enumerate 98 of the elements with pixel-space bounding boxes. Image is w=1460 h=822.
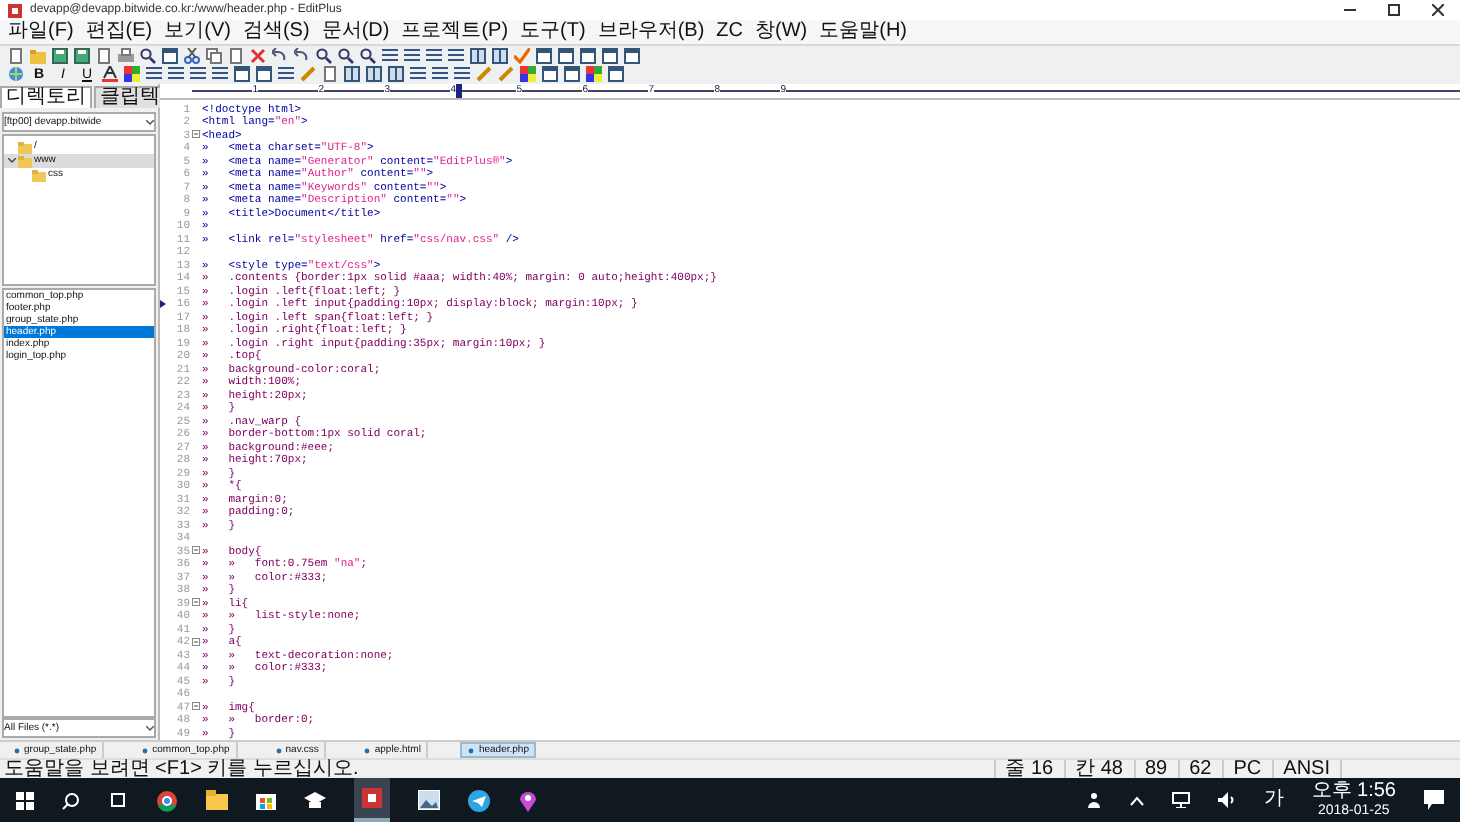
lines-icon[interactable] (168, 66, 184, 82)
window-icon[interactable] (256, 66, 272, 82)
document-icon[interactable] (322, 66, 338, 82)
copy-icon[interactable] (206, 47, 222, 63)
window-icon[interactable] (558, 47, 574, 63)
input-method-indicator[interactable]: 가 (1263, 790, 1284, 810)
lines-icon[interactable] (454, 66, 470, 82)
notification-icon[interactable] (1424, 790, 1444, 810)
store-icon[interactable] (256, 790, 276, 810)
palette-icon[interactable] (124, 66, 140, 82)
cursor-marker (456, 84, 462, 98)
paper-plane-icon[interactable] (468, 789, 490, 811)
file-dot-icon (275, 747, 282, 753)
menu-item[interactable]: 파일(F) (8, 22, 74, 42)
window-icon[interactable] (602, 47, 618, 63)
window-icon[interactable] (624, 47, 640, 63)
editor-taskbar-button[interactable] (354, 778, 390, 822)
columns-icon[interactable] (344, 66, 360, 82)
network-icon[interactable] (1171, 792, 1190, 808)
printer-icon[interactable] (118, 47, 134, 63)
minimize-icon[interactable] (1344, 4, 1356, 16)
clock-time: 오후 1:56 (1311, 782, 1396, 802)
photo-icon[interactable] (418, 790, 440, 810)
lines-icon[interactable] (410, 66, 426, 82)
cross-icon[interactable] (250, 47, 266, 63)
close-icon[interactable] (1432, 4, 1444, 16)
menu-item[interactable]: 보기(V) (164, 22, 231, 42)
file-dot-icon (142, 747, 149, 753)
window-icon[interactable] (234, 66, 250, 82)
palette-icon[interactable] (520, 66, 536, 82)
person-icon[interactable] (1085, 792, 1102, 808)
chevron-icon (146, 725, 154, 731)
checkmark-icon[interactable] (514, 47, 530, 63)
fold-toggle-icon[interactable] (192, 130, 200, 139)
window-icon[interactable] (162, 47, 178, 63)
menu-item[interactable]: 창(W) (755, 22, 808, 42)
lines-icon[interactable] (190, 66, 206, 82)
search-icon[interactable] (62, 791, 80, 809)
undo-icon[interactable] (272, 47, 288, 63)
scissors-icon[interactable] (184, 47, 200, 63)
menu-item[interactable]: ZC (716, 22, 744, 42)
menu-item[interactable]: 문서(D) (321, 22, 390, 42)
document-icon[interactable] (96, 47, 112, 63)
lines-icon[interactable] (146, 66, 162, 82)
document-icon[interactable] (8, 47, 24, 63)
globe-icon[interactable] (8, 66, 24, 82)
window-icon[interactable] (542, 66, 558, 82)
sidebar-tab[interactable]: 디렉토리 (0, 86, 92, 108)
chevron-up-icon[interactable] (1129, 795, 1144, 805)
lines-icon[interactable] (448, 47, 464, 63)
palette-icon[interactable] (586, 66, 602, 82)
search-icon[interactable] (140, 47, 156, 63)
task-view-icon[interactable] (108, 792, 128, 808)
expanded-chevron-icon[interactable] (8, 158, 16, 164)
folder-icon[interactable] (206, 790, 228, 810)
lines-icon[interactable] (382, 47, 398, 63)
fold-toggle-icon[interactable] (192, 546, 200, 555)
lines-icon[interactable] (212, 66, 228, 82)
fold-toggle-icon[interactable] (192, 637, 200, 646)
columns-icon[interactable] (492, 47, 508, 63)
menu-item[interactable]: 도구(T) (520, 22, 586, 42)
lines-icon[interactable] (432, 66, 448, 82)
font-color-icon[interactable] (102, 66, 118, 82)
status-message: 도움말을 보려면 <F1> 키를 누르십시오. (2, 759, 359, 779)
menu-item[interactable]: 편집(E) (85, 22, 153, 42)
file-dot-icon (14, 747, 20, 753)
file-dot-icon (468, 747, 475, 753)
speaker-icon[interactable] (1217, 792, 1236, 808)
search-icon[interactable] (316, 47, 332, 63)
mortarboard-icon[interactable] (304, 791, 326, 809)
window-icon[interactable] (536, 47, 552, 63)
columns-icon[interactable] (366, 66, 382, 82)
lines-icon[interactable] (426, 47, 442, 63)
window-icon[interactable] (608, 66, 624, 82)
search-icon[interactable] (338, 47, 354, 63)
window-icon[interactable] (564, 66, 580, 82)
menu-item[interactable]: 도움말(H) (819, 22, 908, 42)
columns-icon[interactable] (470, 47, 486, 63)
map-pin-icon[interactable] (518, 789, 538, 811)
chevron-icon (146, 119, 154, 125)
undo-icon[interactable] (294, 47, 310, 63)
windows-logo-icon[interactable] (16, 791, 34, 809)
app-icon (362, 788, 382, 808)
menu-item[interactable]: 브라우저(B) (597, 22, 705, 42)
fold-toggle-icon[interactable] (192, 702, 200, 711)
window-icon[interactable] (580, 47, 596, 63)
search-icon[interactable] (360, 47, 376, 63)
maximize-icon[interactable] (1388, 4, 1400, 16)
sidebar-tab[interactable]: 클립텍 (94, 86, 166, 108)
browser-icon[interactable] (156, 789, 178, 811)
fold-toggle-icon[interactable] (192, 598, 200, 607)
columns-icon[interactable] (388, 66, 404, 82)
lines-icon[interactable] (278, 66, 294, 82)
menu-item[interactable]: 프로젝트(P) (401, 22, 509, 42)
menu-item[interactable]: 검색(S) (242, 22, 310, 42)
document-icon[interactable] (228, 47, 244, 63)
lines-icon[interactable] (404, 47, 420, 63)
file-dot-icon (364, 747, 371, 753)
